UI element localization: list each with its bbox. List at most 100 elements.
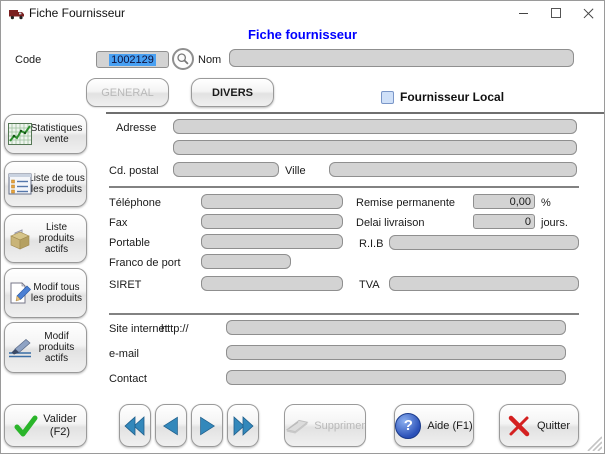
tab-divider-line xyxy=(106,112,605,114)
site-internet-label: Site internet xyxy=(109,323,168,335)
last-record-button[interactable] xyxy=(227,404,259,447)
supprimer-button[interactable]: Supprimer xyxy=(284,404,366,447)
separator-line xyxy=(109,313,579,315)
tva-input[interactable] xyxy=(389,276,579,291)
sidebar-label: Liste produits actifs xyxy=(27,222,86,255)
cd-postal-input[interactable] xyxy=(173,162,279,177)
aide-button[interactable]: ? Aide (F1) xyxy=(394,404,474,447)
tva-label: TVA xyxy=(359,279,380,291)
edit-document-icon xyxy=(8,281,32,305)
rib-input[interactable] xyxy=(389,235,579,250)
nom-label: Nom xyxy=(198,54,221,66)
maximize-button[interactable] xyxy=(541,1,571,25)
telephone-input[interactable] xyxy=(201,194,343,209)
portable-input[interactable] xyxy=(201,234,343,249)
sidebar-button-modif-tous-produits[interactable]: Modif tous les produits xyxy=(4,268,87,318)
minimize-button[interactable] xyxy=(508,1,538,25)
valider-button[interactable]: Valider (F2) xyxy=(4,404,87,447)
sidebar-label: Modif tous les produits xyxy=(27,282,86,304)
fax-input[interactable] xyxy=(201,214,343,229)
tab-divers-label: DIVERS xyxy=(212,87,253,99)
resize-grip[interactable] xyxy=(584,433,602,451)
package-icon xyxy=(8,227,32,251)
delai-input[interactable]: 0 xyxy=(473,214,535,229)
franco-label: Franco de port xyxy=(109,257,181,269)
contact-input[interactable] xyxy=(226,370,566,385)
close-icon xyxy=(584,8,594,18)
adresse-line2-input[interactable] xyxy=(173,140,577,155)
fax-label: Fax xyxy=(109,217,127,229)
cd-postal-label: Cd. postal xyxy=(109,165,159,177)
sales-chart-icon xyxy=(8,122,32,146)
sidebar-button-modif-produits-actifs[interactable]: Modif produits actifs xyxy=(4,322,87,373)
contact-label: Contact xyxy=(109,373,147,385)
list-all-icon xyxy=(8,172,32,196)
email-input[interactable] xyxy=(226,345,566,360)
code-value: 1002129 xyxy=(109,54,156,66)
search-supplier-button[interactable] xyxy=(172,48,194,70)
sidebar-button-liste-produits-actifs[interactable]: Liste produits actifs xyxy=(4,214,87,263)
quitter-button[interactable]: Quitter xyxy=(499,404,579,447)
truck-icon xyxy=(9,7,25,19)
telephone-label: Téléphone xyxy=(109,197,161,209)
pen-icon xyxy=(8,336,32,360)
fournisseur-local-checkbox[interactable] xyxy=(381,91,394,104)
tab-divers[interactable]: DIVERS xyxy=(191,78,274,107)
maximize-icon xyxy=(551,8,561,18)
franco-input[interactable] xyxy=(201,254,291,269)
valider-key: (F2) xyxy=(50,426,70,439)
http-prefix: http:// xyxy=(161,323,189,335)
code-label: Code xyxy=(15,54,41,66)
right-arrow-icon xyxy=(196,414,218,438)
page-title: Fiche fournisseur xyxy=(1,27,604,42)
remise-input[interactable]: 0,00 xyxy=(473,194,535,209)
magnifier-icon xyxy=(176,52,190,66)
delai-label: Delai livraison xyxy=(356,217,424,229)
ville-label: Ville xyxy=(285,165,306,177)
separator-line xyxy=(109,186,579,188)
fournisseur-local-label: Fournisseur Local xyxy=(400,90,504,104)
adresse-line1-input[interactable] xyxy=(173,119,577,134)
first-record-button[interactable] xyxy=(119,404,151,447)
minimize-icon xyxy=(519,13,528,14)
nom-input[interactable] xyxy=(229,49,574,67)
siret-input[interactable] xyxy=(201,276,343,291)
delai-unit: jours. xyxy=(541,217,568,229)
fiche-fournisseur-window: Fiche Fournisseur Fiche fournisseur Code… xyxy=(0,0,605,454)
eraser-icon xyxy=(285,417,309,435)
window-title: Fiche Fournisseur xyxy=(29,6,125,20)
sidebar-label: Modif produits actifs xyxy=(27,331,86,364)
tab-general[interactable]: GENERAL xyxy=(86,78,169,107)
remise-unit: % xyxy=(541,197,551,209)
left-arrow-icon xyxy=(160,414,182,438)
double-right-arrow-icon xyxy=(231,414,255,438)
code-input[interactable]: 1002129 xyxy=(96,51,169,68)
double-left-arrow-icon xyxy=(123,414,147,438)
check-icon xyxy=(14,414,38,438)
email-label: e-mail xyxy=(109,348,139,360)
quitter-label: Quitter xyxy=(537,420,570,432)
sidebar-label: Statistiques vente xyxy=(27,123,86,145)
remise-label: Remise permanente xyxy=(356,197,455,209)
titlebar: Fiche Fournisseur xyxy=(1,1,604,25)
siret-label: SIRET xyxy=(109,279,141,291)
sidebar-label: Liste de tous les produits xyxy=(27,173,86,195)
site-internet-input[interactable] xyxy=(226,320,566,335)
help-icon: ? xyxy=(395,413,421,439)
sidebar-button-statistiques-vente[interactable]: Statistiques vente xyxy=(4,114,87,154)
portable-label: Portable xyxy=(109,237,150,249)
delai-value: 0 xyxy=(474,216,534,228)
valider-label: Valider xyxy=(43,413,76,426)
aide-label: Aide (F1) xyxy=(427,420,472,432)
rib-label: R.I.B xyxy=(359,238,383,250)
tab-general-label: GENERAL xyxy=(101,87,154,99)
previous-record-button[interactable] xyxy=(155,404,187,447)
close-button[interactable] xyxy=(574,1,604,25)
remise-value: 0,00 xyxy=(474,196,534,208)
red-x-icon xyxy=(508,415,530,437)
adresse-label: Adresse xyxy=(116,122,156,134)
sidebar-button-liste-tous-produits[interactable]: Liste de tous les produits xyxy=(4,161,87,207)
supprimer-label: Supprimer xyxy=(314,420,365,432)
ville-input[interactable] xyxy=(329,162,577,177)
next-record-button[interactable] xyxy=(191,404,223,447)
